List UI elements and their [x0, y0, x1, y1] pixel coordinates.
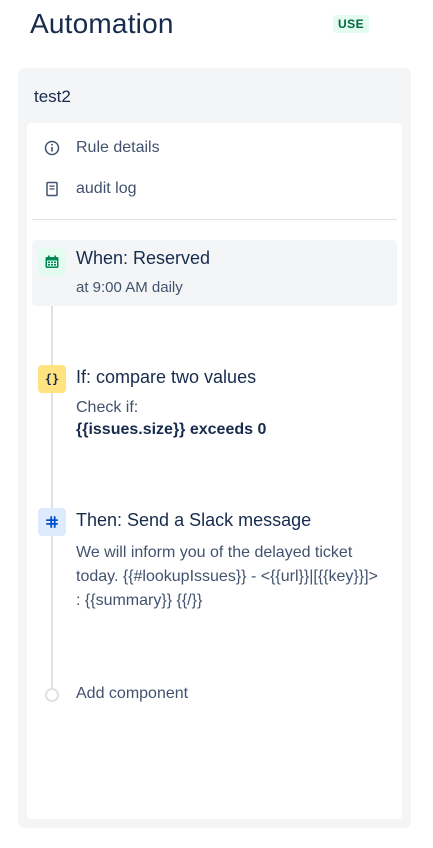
condition-check-label: Check if: [76, 399, 139, 416]
rule-name: test2 [34, 87, 71, 106]
action-description: We will inform you of the delayed ticket… [76, 544, 378, 609]
document-icon [43, 180, 61, 198]
condition-step[interactable]: {} If: compare two values Check if: {{is… [32, 365, 397, 445]
trigger-step[interactable]: When: Reserved at 9:00 AM daily [32, 240, 397, 306]
trigger-description: at 9:00 AM daily [76, 279, 183, 296]
rule-card: Rule details audit log When: Reserved at… [27, 123, 402, 819]
braces-icon: {} [38, 365, 66, 393]
use-badge: USE [333, 15, 370, 33]
info-icon [43, 139, 61, 157]
divider [32, 219, 397, 220]
rule-details-label: Rule details [76, 139, 160, 156]
calendar-icon [38, 248, 66, 276]
timeline-line [51, 253, 53, 693]
action-title: Then: Send a Slack message [76, 510, 312, 530]
audit-log-link[interactable]: audit log [27, 171, 402, 207]
rule-details-link[interactable]: Rule details [27, 130, 402, 166]
trigger-title: When: Reserved [76, 248, 211, 268]
action-step[interactable]: Then: Send a Slack message We will infor… [32, 508, 397, 618]
add-component-label: Add component [76, 685, 189, 702]
add-component-button[interactable]: Add component [27, 681, 402, 711]
page-title: Automation [30, 8, 174, 39]
rule-panel: test2 Rule details audit log When: Reser… [18, 68, 411, 828]
add-component-dot-icon [45, 688, 59, 702]
condition-expression: {{issues.size}} exceeds 0 [76, 421, 267, 438]
slack-icon [38, 508, 66, 536]
audit-log-label: audit log [76, 180, 137, 197]
condition-title: If: compare two values [76, 367, 257, 387]
